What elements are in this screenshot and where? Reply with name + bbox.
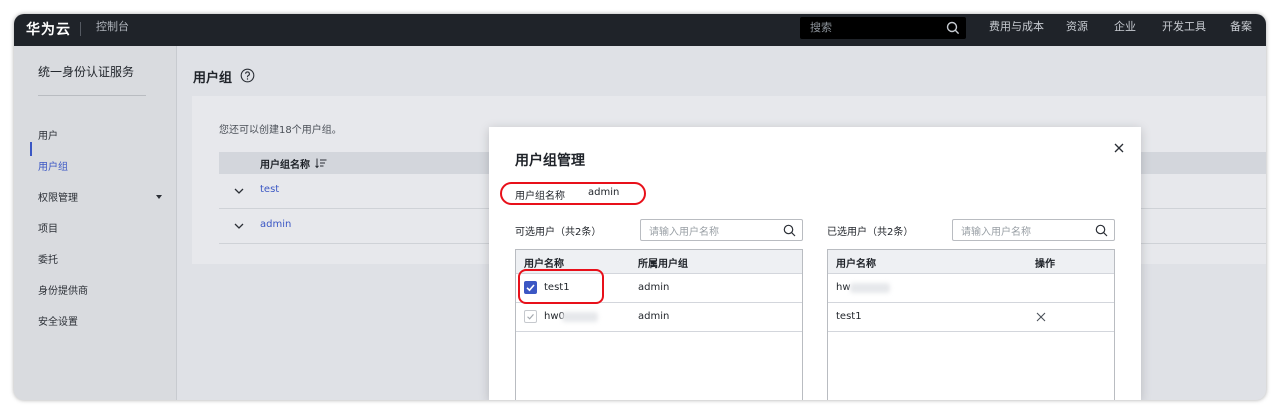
- column-header-username: 用户名称: [524, 259, 564, 270]
- sort-icon[interactable]: [315, 157, 327, 169]
- search-icon[interactable]: [946, 21, 960, 35]
- selected-users-search-input[interactable]: 请输入用户名称: [952, 219, 1115, 241]
- group-name-link[interactable]: admin: [260, 219, 291, 230]
- column-header-group: 所属用户组: [638, 259, 688, 270]
- group-name-column-header: 用户组名称: [260, 160, 310, 171]
- available-users-table: 用户名称 所属用户组 test1 admin hw0 admin: [515, 249, 803, 400]
- redacted-text: [850, 283, 890, 293]
- nav-dev-tools[interactable]: 开发工具: [1162, 18, 1206, 34]
- global-search-placeholder: 搜索: [810, 21, 832, 34]
- user-group-management-dialog: 用户组管理 用户组名称 admin 可选用户（共2条） 请输入用户名称 用户名称…: [489, 127, 1141, 400]
- console-link[interactable]: 控制台: [96, 18, 129, 34]
- group-name-value: admin: [588, 187, 620, 198]
- search-placeholder: 请输入用户名称: [961, 227, 1031, 238]
- sidebar-divider: [38, 95, 146, 96]
- group-name-link[interactable]: test: [260, 184, 279, 195]
- quota-hint: 您还可以创建18个用户组。: [219, 125, 342, 136]
- nav-resources[interactable]: 资源: [1066, 18, 1088, 34]
- nav-filing[interactable]: 备案: [1230, 18, 1252, 34]
- app-window: 华为云 控制台 搜索 费用与成本 资源 企业 开发工具 备案 统一身份认证服务 …: [14, 14, 1266, 400]
- table-row: hw: [828, 274, 1114, 303]
- remove-icon[interactable]: [1036, 312, 1046, 322]
- chevron-down-icon[interactable]: [234, 222, 244, 230]
- highlight-annotation: [518, 269, 604, 304]
- search-placeholder: 请输入用户名称: [649, 227, 719, 238]
- column-header-actions: 操作: [1035, 259, 1055, 270]
- selected-users-label: 已选用户（共2条）: [827, 227, 914, 238]
- username-cell: test1: [836, 311, 862, 322]
- redacted-text: [562, 312, 598, 322]
- chevron-down-icon[interactable]: [234, 187, 244, 195]
- global-search-input[interactable]: 搜索: [800, 17, 966, 39]
- caret-down-icon[interactable]: [156, 195, 162, 199]
- topbar-divider: [80, 22, 81, 36]
- sidebar-item-user-groups[interactable]: 用户组: [38, 158, 68, 173]
- group-name-field: 用户组名称 admin: [500, 182, 646, 205]
- table-row[interactable]: hw0 admin: [516, 303, 802, 332]
- page-title: 用户组: [193, 71, 233, 86]
- group-cell: admin: [638, 282, 670, 293]
- sidebar-item-users[interactable]: 用户: [38, 127, 58, 142]
- sidebar-title: 统一身份认证服务: [38, 65, 135, 79]
- username-cell: hw: [836, 282, 851, 293]
- help-icon[interactable]: [240, 68, 255, 83]
- selected-users-table: 用户名称 操作 hw test1: [827, 249, 1115, 400]
- top-nav-bar: 华为云 控制台 搜索 费用与成本 资源 企业 开发工具 备案: [14, 14, 1266, 46]
- sidebar: 统一身份认证服务 用户 用户组 权限管理 项目 委托 身份提供商 安全设置: [14, 46, 177, 400]
- sidebar-item-identity-providers[interactable]: 身份提供商: [38, 282, 88, 297]
- brand-logo[interactable]: 华为云: [26, 19, 71, 39]
- sidebar-item-projects[interactable]: 项目: [38, 220, 58, 235]
- available-users-search-input[interactable]: 请输入用户名称: [640, 219, 803, 241]
- checkbox-disabled[interactable]: [524, 310, 537, 323]
- nav-enterprise[interactable]: 企业: [1114, 18, 1136, 34]
- dialog-title: 用户组管理: [515, 153, 585, 169]
- group-cell: admin: [638, 311, 670, 322]
- close-icon[interactable]: [1113, 142, 1125, 154]
- nav-cost[interactable]: 费用与成本: [989, 18, 1044, 34]
- table-row: test1: [828, 303, 1114, 332]
- table-header: 用户名称 操作: [828, 250, 1114, 274]
- sidebar-item-agencies[interactable]: 委托: [38, 251, 58, 266]
- sidebar-item-security-settings[interactable]: 安全设置: [38, 313, 78, 328]
- group-name-label: 用户组名称: [515, 191, 565, 202]
- search-icon[interactable]: [1095, 224, 1108, 237]
- search-icon[interactable]: [783, 224, 796, 237]
- sidebar-item-permissions[interactable]: 权限管理: [38, 189, 78, 204]
- column-header-username: 用户名称: [836, 259, 876, 270]
- sidebar-active-indicator: [30, 142, 32, 156]
- available-users-label: 可选用户（共2条）: [515, 227, 602, 238]
